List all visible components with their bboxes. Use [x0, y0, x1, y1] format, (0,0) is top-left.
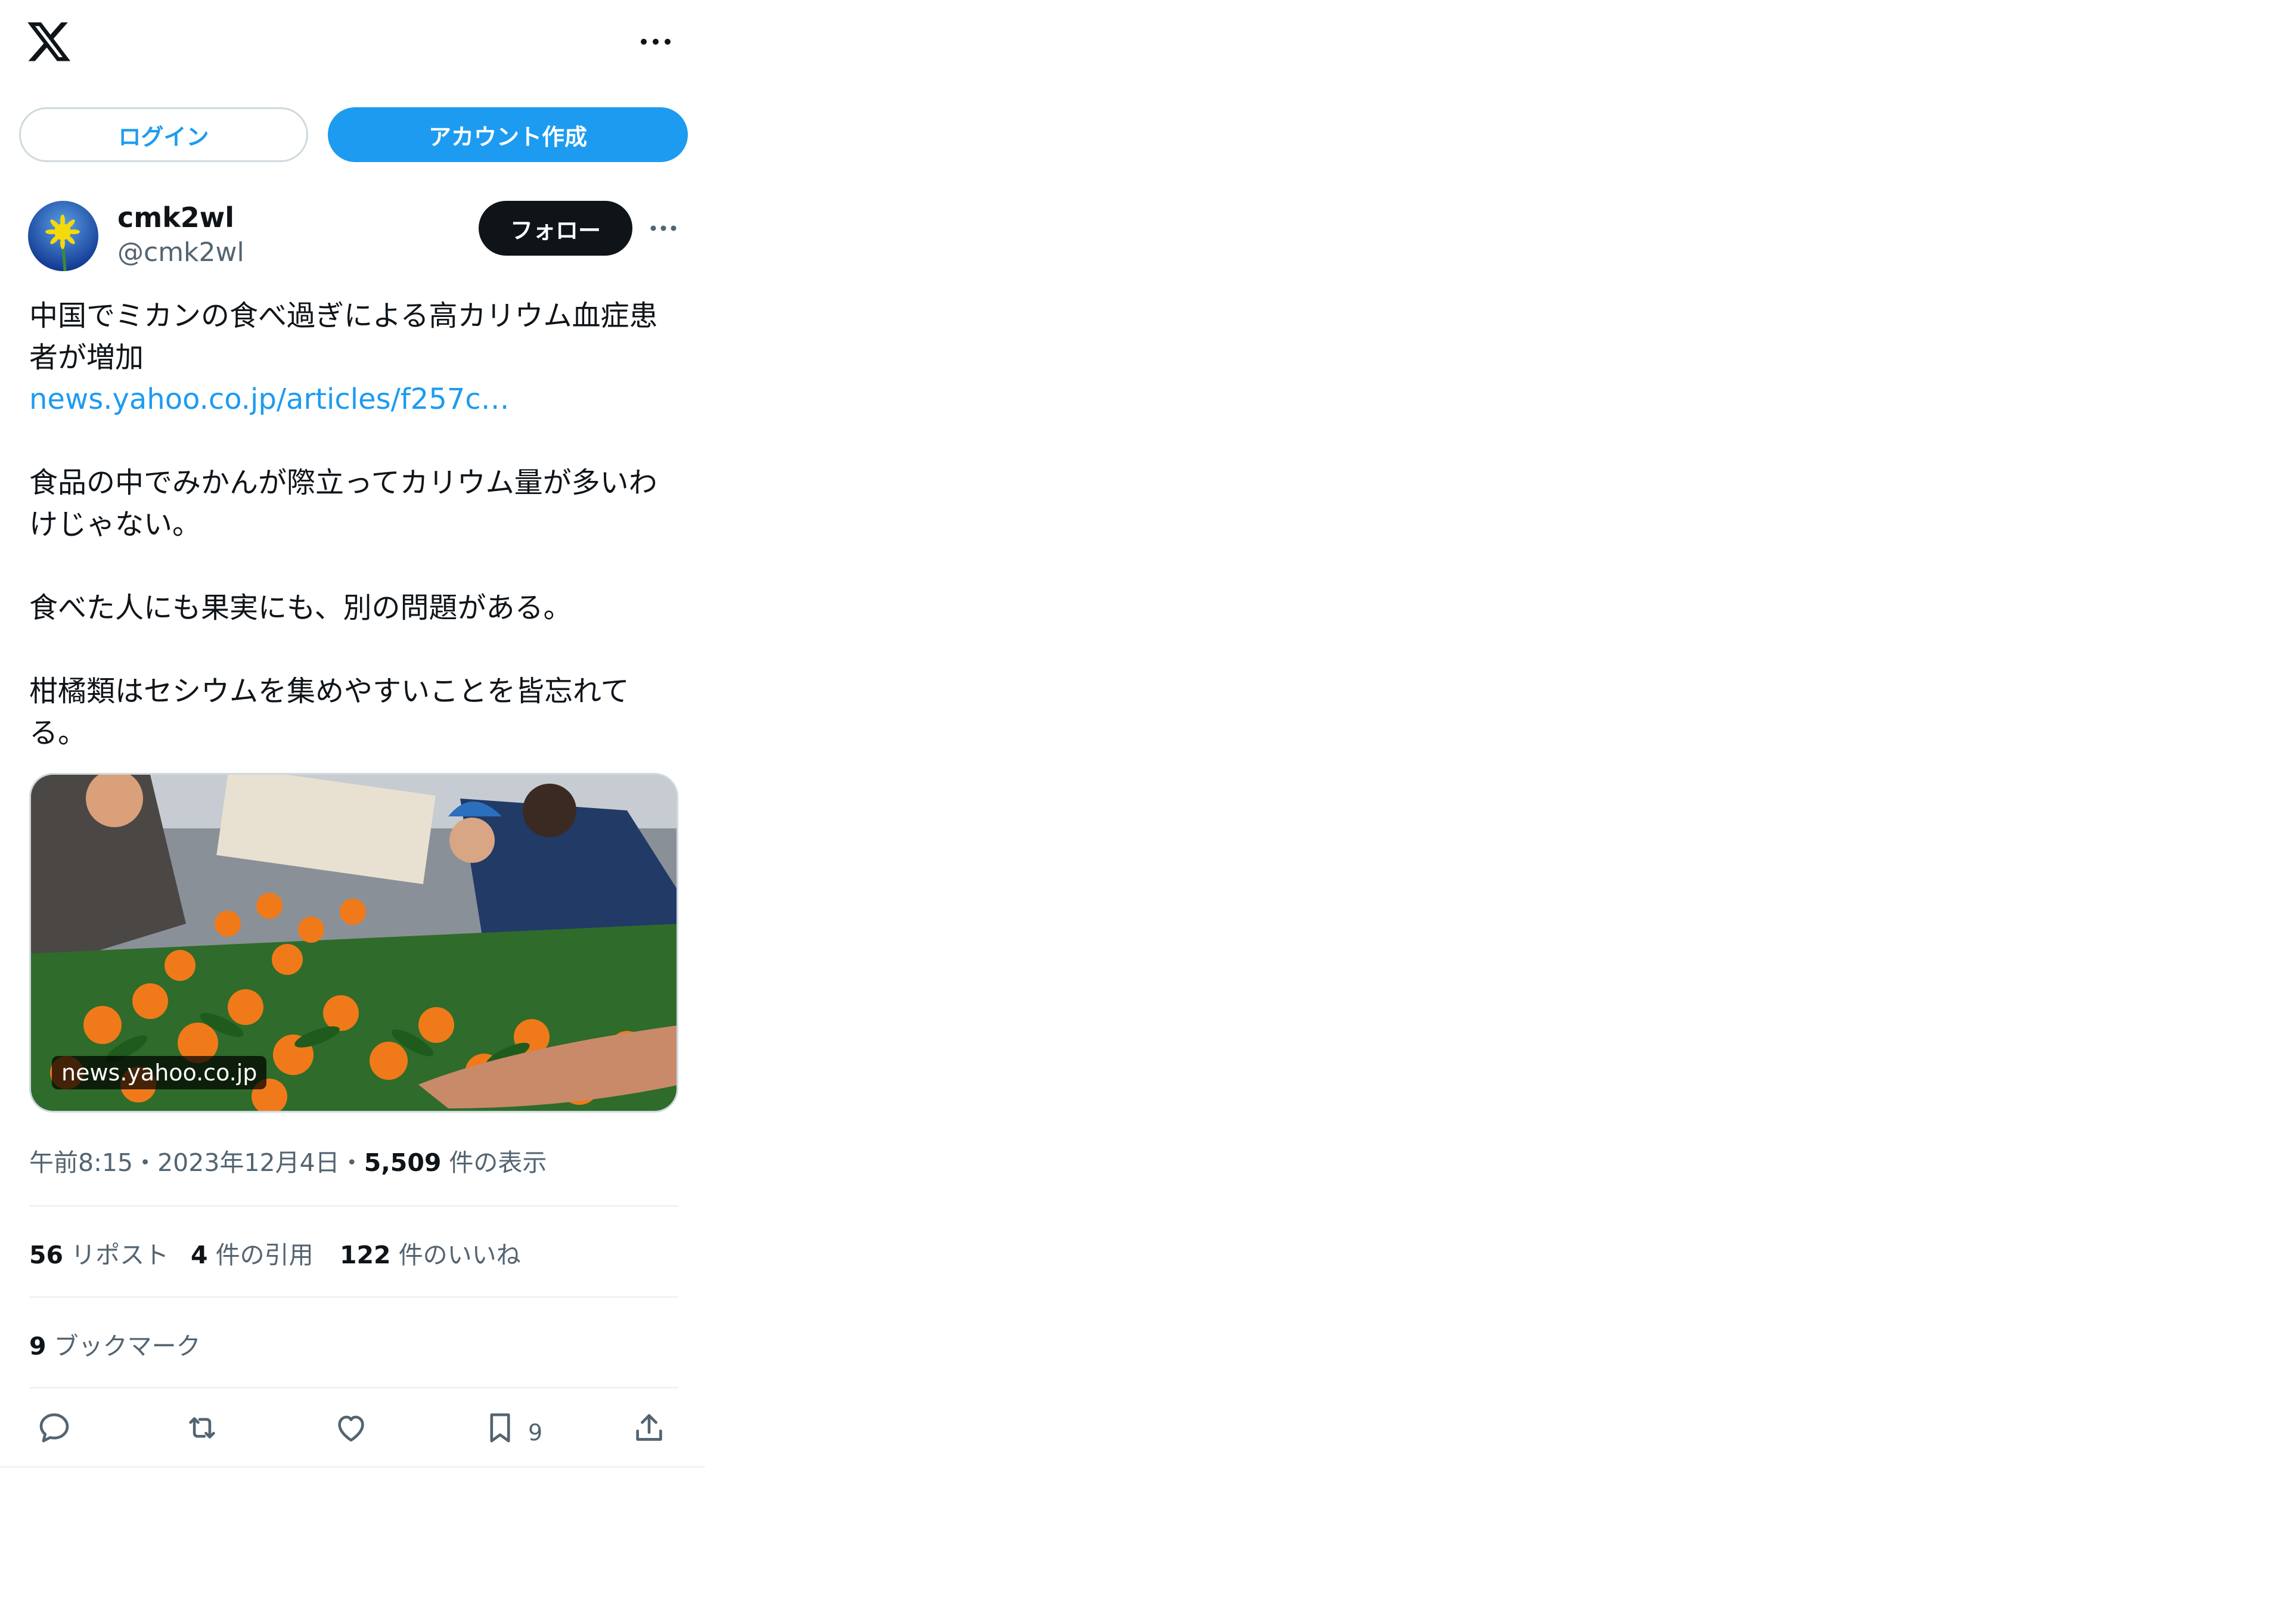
media-domain-label: news.yahoo.co.jp [52, 1056, 267, 1089]
tweet-page: ログイン アカウント作成 cmk2wl @cmk2wl フォロー 中国でミカンの… [0, 0, 705, 1468]
author-handle[interactable]: @cmk2wl [117, 237, 244, 268]
tweet-text-line: 柑橘類はセシウムを集めやすいことを皆忘れて [29, 675, 629, 708]
x-logo-icon[interactable] [25, 18, 73, 66]
more-horizontal-icon[interactable] [638, 33, 674, 51]
repost-icon[interactable] [184, 1409, 225, 1451]
tweet-text-line: る。 [29, 716, 87, 750]
divider [29, 1296, 678, 1298]
views-count: 5,509 [364, 1148, 442, 1177]
quotes-stat[interactable]: 4 件の引用 [191, 1235, 314, 1271]
follow-button[interactable]: フォロー [479, 201, 632, 256]
reply-icon[interactable] [36, 1409, 77, 1451]
meta-separator: ・ [339, 1148, 364, 1177]
avatar[interactable] [28, 201, 98, 271]
tweet-text-line: けじゃない。 [29, 508, 201, 541]
divider [29, 1387, 678, 1389]
views-label: 件の表示 [441, 1148, 547, 1177]
tweet-text-line: 者が増加 [29, 341, 144, 374]
login-button[interactable]: ログイン [19, 107, 308, 162]
signup-button[interactable]: アカウント作成 [328, 107, 688, 162]
like-icon[interactable] [333, 1409, 374, 1451]
tweet-text-line: 食品の中でみかんが際立ってカリウム量が多いわ [29, 466, 657, 499]
tweet-date[interactable]: 2023年12月4日 [157, 1148, 340, 1177]
media-card[interactable]: news.yahoo.co.jp [29, 773, 678, 1113]
divider [29, 1205, 678, 1207]
likes-stat[interactable]: 122 件のいいね [340, 1235, 521, 1271]
tweet-link[interactable]: news.yahoo.co.jp/articles/f257c… [29, 378, 510, 420]
bookmarks-stat[interactable]: 9 ブックマーク [29, 1326, 201, 1362]
tweet-time[interactable]: 午前8:15 [29, 1148, 133, 1177]
share-icon[interactable] [631, 1409, 672, 1451]
reposts-stat[interactable]: 56 リポスト [29, 1235, 169, 1271]
bookmark-icon[interactable] [482, 1409, 523, 1451]
tweet-meta: 午前8:15・2023年12月4日・5,509 件の表示 [29, 1142, 547, 1178]
meta-separator: ・ [133, 1148, 158, 1177]
tweet-text-line: 中国でミカンの食べ過ぎによる高カリウム血症患 [29, 299, 658, 333]
bookmark-count: 9 [528, 1419, 543, 1446]
tweet-more-icon[interactable] [649, 220, 678, 236]
tweet-text-line: 食べた人にも果実にも、別の問題がある。 [29, 591, 572, 625]
author-name[interactable]: cmk2wl [117, 201, 234, 234]
